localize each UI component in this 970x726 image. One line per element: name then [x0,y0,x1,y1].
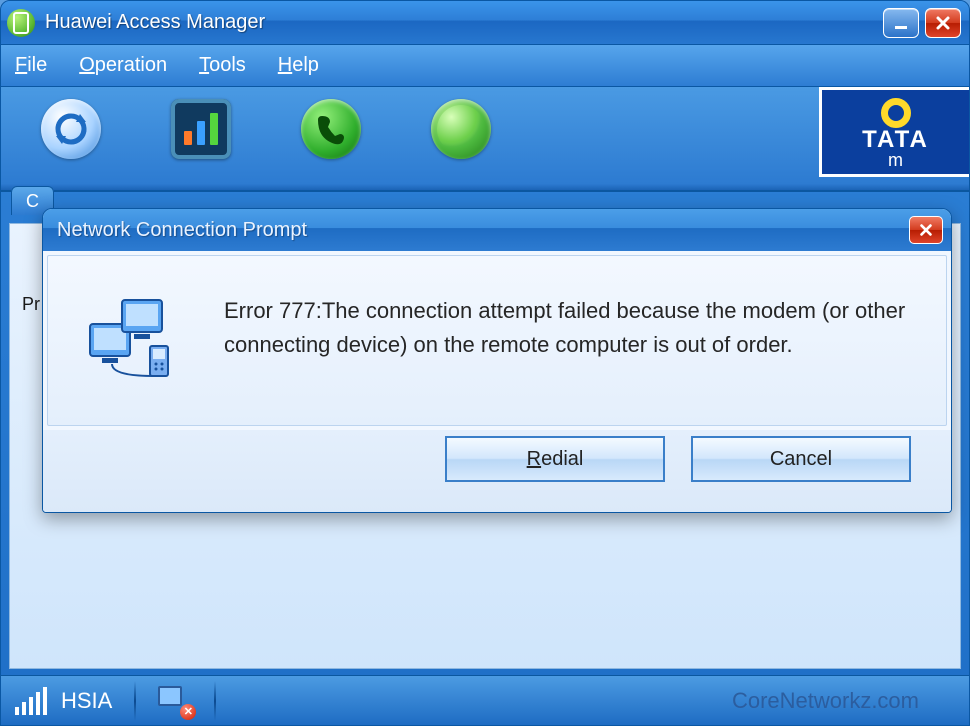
dialog-title: Network Connection Prompt [57,219,307,242]
menu-help[interactable]: Help [278,54,319,77]
dialog-message: Error 777:The connection attempt failed … [224,292,906,391]
close-button[interactable] [925,8,961,38]
bar-chart-icon [184,113,218,145]
dialog-titlebar: Network Connection Prompt [43,209,951,251]
status-network: HSIA [61,688,112,714]
statistics-button[interactable] [171,99,231,159]
dialog-close-button[interactable] [909,216,943,244]
redial-button[interactable]: Redial [445,436,665,482]
watermark: CoreNetworkz.com [732,688,919,714]
app-icon [7,9,35,37]
titlebar: Huawei Access Manager [1,1,969,45]
toolbar: TATA m [1,87,969,192]
minimize-button[interactable] [883,8,919,38]
sync-button[interactable] [41,99,101,159]
status-bar: HSIA ✕ CoreNetworkz.com [1,675,969,725]
menu-operation[interactable]: Operation [79,54,167,77]
status-divider [134,681,136,721]
phone-button[interactable] [301,99,361,159]
brand-ring-icon [881,98,911,128]
window-title: Huawei Access Manager [45,11,883,34]
brand-logo: TATA m [819,87,969,177]
menu-tools[interactable]: Tools [199,54,246,77]
signal-icon [15,687,47,715]
brand-text-2: m [888,150,903,171]
cancel-button[interactable]: Cancel [691,436,911,482]
status-divider [214,681,216,721]
content-label: Pr [22,294,40,315]
menubar: File Operation Tools Help [1,45,969,87]
menu-file[interactable]: File [15,54,47,77]
dialog-network-prompt: Network Connection Prompt Error 777:The … [42,208,952,513]
network-computers-icon [84,292,194,391]
network-error-icon: ✕ [158,686,192,716]
globe-button[interactable] [431,99,491,159]
